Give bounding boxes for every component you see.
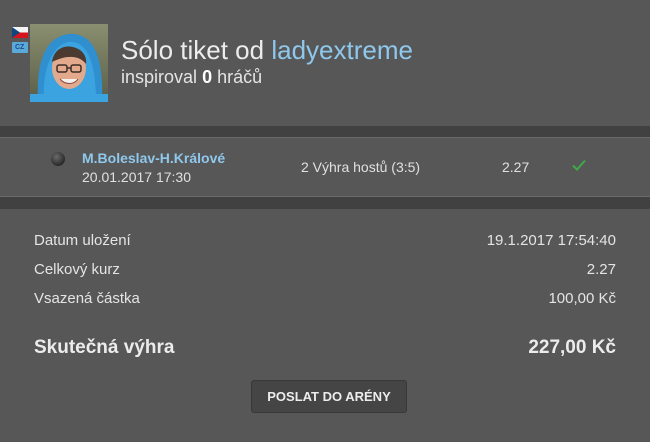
page-title: Sólo tiket od ladyextreme	[121, 35, 413, 66]
badge-cz-icon: CZ	[12, 42, 28, 53]
match-link[interactable]: M.Boleslav-H.Králové	[82, 150, 225, 166]
check-icon	[572, 159, 586, 171]
winnings-label: Skutečná výhra	[34, 337, 175, 358]
flags: CZ	[12, 27, 30, 53]
author-link[interactable]: ladyextreme	[271, 35, 413, 65]
section-divider	[0, 197, 650, 209]
stake-label: Vsazená částka	[34, 290, 140, 307]
ticket-header: CZ Sólo tiket od ladyextreme inspiroval …	[0, 0, 650, 126]
inspired-count: 0	[202, 67, 213, 87]
bet-pick: 2 Výhra hostů (3:5)	[301, 159, 421, 175]
winnings-value: 227,00 Kč	[528, 337, 616, 358]
match-datetime: 20.01.2017 17:30	[82, 169, 191, 185]
badge-cz-text: CZ	[15, 44, 25, 51]
stake-value: 100,00 Kč	[548, 290, 616, 307]
bet-odds: 2.27	[502, 159, 530, 175]
avatar[interactable]	[30, 24, 108, 102]
match-status-icon	[51, 152, 65, 166]
title-prefix: Sólo tiket od	[121, 35, 265, 65]
avatar-image	[30, 24, 108, 102]
section-divider	[0, 126, 650, 137]
inspired-summary: inspiroval 0 hráčů	[121, 67, 262, 88]
subtitle-suffix: hráčů	[217, 67, 263, 87]
flag-cz-icon	[12, 27, 28, 38]
saved-date-value: 19.1.2017 17:54:40	[486, 232, 616, 249]
total-odds-value: 2.27	[586, 261, 616, 278]
total-odds-label: Celkový kurz	[34, 261, 120, 278]
send-to-arena-button[interactable]: POSLAT DO ARÉNY	[251, 380, 407, 413]
subtitle-prefix: inspiroval	[121, 67, 198, 87]
saved-date-label: Datum uložení	[34, 232, 131, 249]
